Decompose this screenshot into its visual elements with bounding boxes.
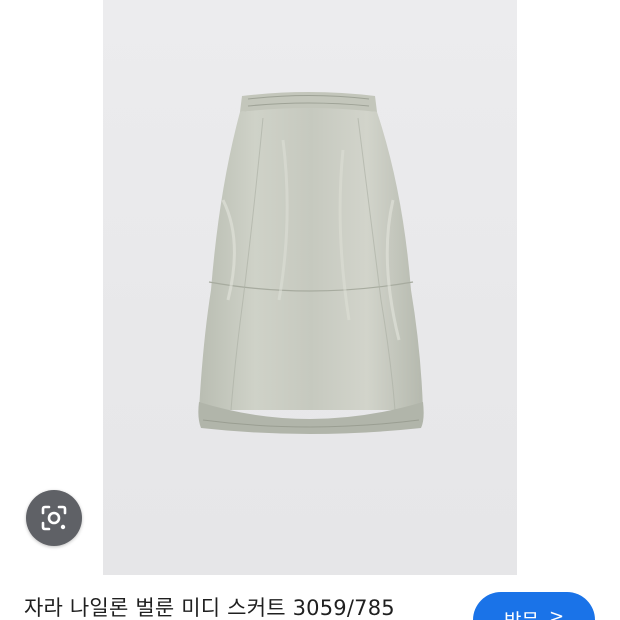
result-caption[interactable]: 자라 나일론 벌룬 미디 스커트 3059/785 [24,592,395,620]
product-image[interactable] [103,0,517,575]
visit-button[interactable]: 방문 > [473,592,595,620]
search-result-page: 자라 나일론 벌룬 미디 스커트 3059/785 방문 > [0,0,620,620]
lens-search-button[interactable] [26,490,82,546]
chevron-right-icon: > [548,606,565,620]
visit-button-label: 방문 [504,606,539,620]
skirt-illustration [198,92,424,434]
lens-camera-icon [41,505,67,531]
